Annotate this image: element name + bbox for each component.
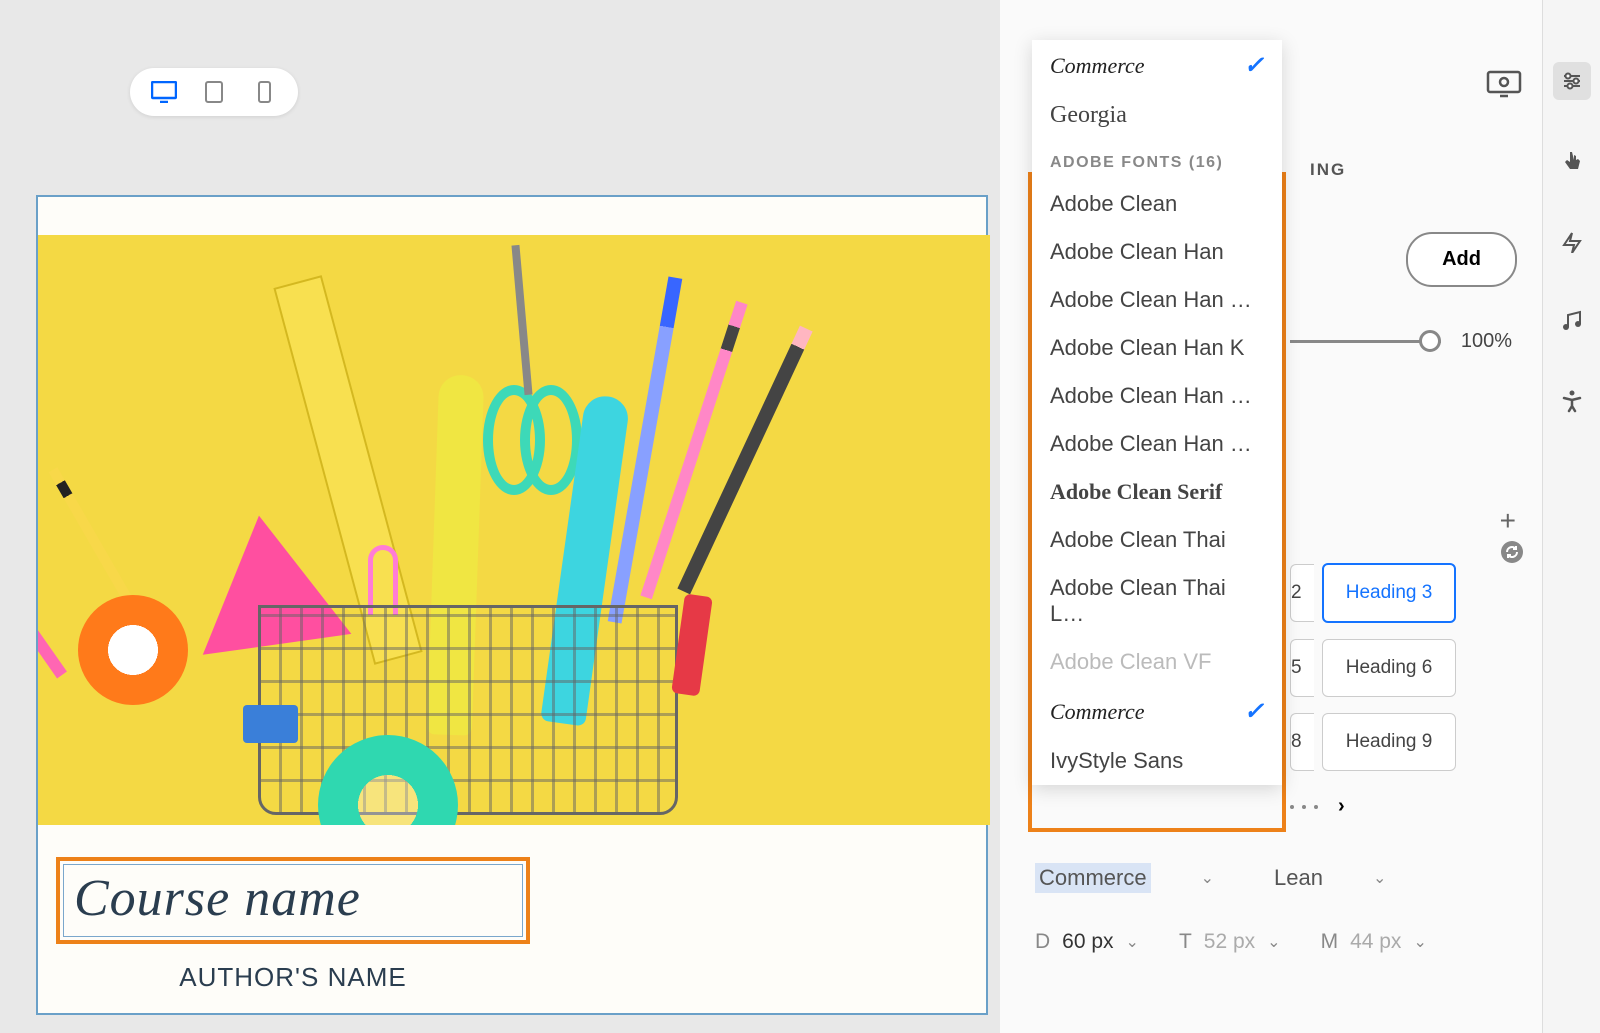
properties-icon[interactable]: [1553, 62, 1591, 100]
heading-pager: ›: [1290, 795, 1345, 818]
slider-value: 100%: [1461, 330, 1512, 353]
font-item-adobe-clean-han-4[interactable]: Adobe Clean Han …: [1032, 420, 1282, 468]
right-panel: ING Add 100% + 2 Heading 3 5 Heading 6 8…: [1000, 0, 1600, 1033]
font-family-value: Commerce: [1035, 863, 1151, 893]
font-label: Adobe Clean Serif: [1050, 479, 1222, 505]
font-item-adobe-clean-vf[interactable]: Adobe Clean VF: [1032, 638, 1282, 686]
size-value-t: 52 px: [1204, 930, 1255, 954]
heading-3-btn[interactable]: Heading 3: [1322, 563, 1456, 623]
tablet-device-btn[interactable]: [200, 78, 228, 106]
chevron-down-icon: ⌄: [1373, 868, 1386, 888]
check-icon: ✓: [1244, 51, 1264, 80]
supplies-illustration: [38, 235, 990, 825]
font-label: Adobe Clean Thai L…: [1050, 575, 1264, 627]
font-label: Georgia: [1050, 102, 1127, 129]
font-item-ivystyle-sans[interactable]: IvyStyle Sans: [1032, 737, 1282, 785]
font-weight-value: Lean: [1274, 865, 1323, 891]
pager-dots: [1290, 795, 1318, 818]
chevron-down-icon: ⌄: [1413, 932, 1426, 952]
size-label-m: M: [1321, 930, 1339, 954]
hero-image: [38, 235, 990, 825]
font-item-adobe-clean-han-3[interactable]: Adobe Clean Han …: [1032, 372, 1282, 420]
tablet-size[interactable]: T 52 px ⌄: [1179, 930, 1281, 954]
heading-6-btn[interactable]: Heading 6: [1322, 639, 1456, 697]
heading-9-btn[interactable]: Heading 9: [1322, 713, 1456, 771]
slider-thumb[interactable]: [1419, 330, 1441, 352]
font-item-commerce-top[interactable]: Commerce ✓: [1032, 40, 1282, 91]
font-section-header: ADOBE FONTS (16): [1032, 140, 1282, 180]
mobile-size[interactable]: M 44 px ⌄: [1321, 930, 1427, 954]
size-label-d: D: [1035, 930, 1050, 954]
font-label: Adobe Clean Han K: [1050, 335, 1244, 361]
font-weight-select[interactable]: Lean ⌄: [1274, 855, 1386, 901]
font-label: Adobe Clean VF: [1050, 649, 1211, 675]
font-label: Adobe Clean Han …: [1050, 383, 1252, 409]
panel-content: ING Add 100% + 2 Heading 3 5 Heading 6 8…: [1000, 0, 1542, 1033]
size-value-m: 44 px: [1350, 930, 1401, 954]
heading-grid: 2 Heading 3 5 Heading 6 8 Heading 9: [1290, 555, 1522, 779]
opacity-slider: 100%: [1290, 330, 1512, 353]
add-button[interactable]: Add: [1406, 232, 1517, 287]
chevron-down-icon: ⌄: [1267, 932, 1280, 952]
slider-track[interactable]: [1290, 340, 1441, 343]
heading-5-partial[interactable]: 5: [1290, 639, 1314, 697]
font-label: Adobe Clean Han: [1050, 239, 1224, 265]
font-item-georgia[interactable]: Georgia: [1032, 91, 1282, 140]
quick-actions-icon[interactable]: [1553, 222, 1591, 260]
text-block: Course name AUTHOR'S NAME: [56, 857, 530, 993]
device-switcher: [130, 68, 298, 116]
size-label-t: T: [1179, 930, 1192, 954]
course-name-text[interactable]: Course name: [63, 864, 523, 937]
font-item-adobe-clean-han-k[interactable]: Adobe Clean Han K: [1032, 324, 1282, 372]
font-family-select[interactable]: Commerce ⌄: [1035, 855, 1214, 901]
font-item-adobe-clean[interactable]: Adobe Clean: [1032, 180, 1282, 228]
pager-next-icon[interactable]: ›: [1338, 795, 1345, 818]
font-item-adobe-clean-serif[interactable]: Adobe Clean Serif: [1032, 468, 1282, 516]
font-item-adobe-clean-han-2[interactable]: Adobe Clean Han …: [1032, 276, 1282, 324]
phone-device-btn[interactable]: [250, 78, 278, 106]
audio-icon[interactable]: [1553, 302, 1591, 340]
font-label: Adobe Clean Han …: [1050, 287, 1252, 313]
size-row: D 60 px ⌄ T 52 px ⌄ M 44 px ⌄: [1035, 930, 1522, 954]
font-item-commerce[interactable]: Commerce ✓: [1032, 686, 1282, 737]
font-label: Adobe Clean Thai: [1050, 527, 1226, 553]
font-select-row: Commerce ⌄ Lean ⌄: [1035, 855, 1522, 901]
check-icon: ✓: [1244, 697, 1264, 726]
touch-icon[interactable]: [1553, 142, 1591, 180]
font-label: Commerce: [1050, 699, 1145, 725]
course-name-selection[interactable]: Course name: [56, 857, 530, 944]
sidebar: [1542, 0, 1600, 1033]
chevron-down-icon: ⌄: [1201, 868, 1214, 888]
size-value-d: 60 px: [1062, 930, 1113, 954]
desktop-device-btn[interactable]: [150, 78, 178, 106]
font-label: Adobe Clean Han …: [1050, 431, 1252, 457]
font-label: IvyStyle Sans: [1050, 748, 1183, 774]
canvas-frame: Course name AUTHOR'S NAME: [36, 195, 988, 1015]
font-item-adobe-clean-thai-l[interactable]: Adobe Clean Thai L…: [1032, 564, 1282, 638]
accessibility-icon[interactable]: [1553, 382, 1591, 420]
author-name-text[interactable]: AUTHOR'S NAME: [56, 962, 530, 993]
font-dropdown: Commerce ✓ Georgia ADOBE FONTS (16) Adob…: [1032, 40, 1282, 785]
chevron-down-icon: ⌄: [1126, 932, 1139, 952]
heading-2-partial[interactable]: 2: [1290, 564, 1314, 622]
heading-8-partial[interactable]: 8: [1290, 713, 1314, 771]
font-item-adobe-clean-han[interactable]: Adobe Clean Han: [1032, 228, 1282, 276]
font-item-adobe-clean-thai[interactable]: Adobe Clean Thai: [1032, 516, 1282, 564]
font-label: Adobe Clean: [1050, 191, 1177, 217]
font-label: Commerce: [1050, 53, 1145, 79]
plus-icon[interactable]: +: [1500, 505, 1516, 537]
preview-icon[interactable]: [1486, 70, 1522, 98]
panel-section-header: ING: [1310, 160, 1346, 180]
desktop-size[interactable]: D 60 px ⌄: [1035, 930, 1139, 954]
